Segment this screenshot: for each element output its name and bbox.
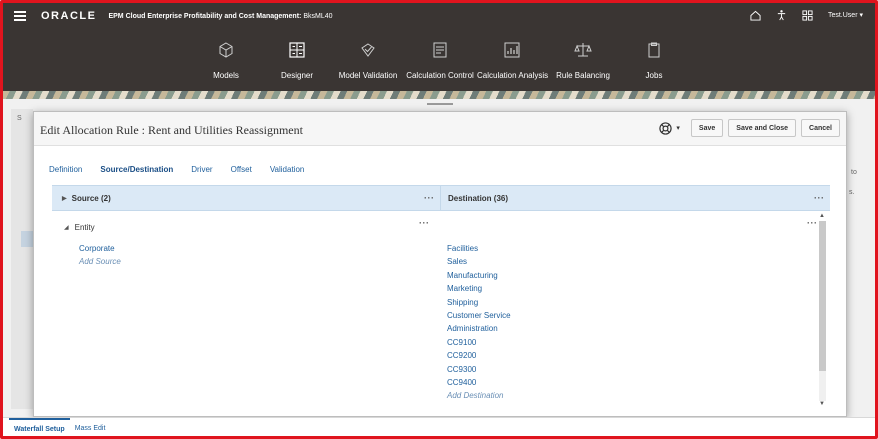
- destination-item[interactable]: CC9100: [447, 338, 511, 351]
- nav-designer-label: Designer: [280, 71, 313, 80]
- expand-icon: ▶: [62, 196, 67, 202]
- destination-item[interactable]: Manufacturing: [447, 271, 511, 284]
- tab-waterfall-setup[interactable]: Waterfall Setup: [9, 418, 70, 436]
- nav-calculation-control[interactable]: Calculation Control: [405, 41, 475, 80]
- screen-frame: ORACLE EPM Cloud Enterprise Profitabilit…: [0, 0, 878, 439]
- drawer-handle[interactable]: [427, 103, 453, 105]
- source-header[interactable]: ▶ Source (2): [62, 194, 111, 203]
- nav-calculation-analysis[interactable]: Calculation Analysis: [477, 41, 549, 80]
- entity-more-icon[interactable]: ···: [419, 218, 430, 228]
- cancel-button[interactable]: Cancel: [801, 119, 840, 137]
- accessibility-icon[interactable]: [776, 9, 788, 21]
- dialog-header: Edit Allocation Rule : Rent and Utilitie…: [34, 112, 846, 146]
- destination-scrollbar[interactable]: ▲ ▼: [818, 213, 826, 407]
- destination-more-icon[interactable]: ···: [814, 193, 825, 203]
- save-and-close-button[interactable]: Save and Close: [728, 119, 797, 137]
- nav-rule-balancing[interactable]: Rule Balancing: [555, 41, 611, 80]
- bottom-tabs: Waterfall Setup Mass Edit: [3, 417, 875, 436]
- destination-item[interactable]: CC9400: [447, 378, 511, 391]
- hamburger-icon[interactable]: [14, 11, 28, 21]
- header-pattern-band: [3, 91, 875, 99]
- user-menu[interactable]: Test.User ▾: [828, 11, 863, 19]
- dialog-tabs: Definition Source/Destination Driver Off…: [49, 165, 304, 174]
- destination-list-more-icon[interactable]: ···: [807, 218, 818, 228]
- tab-mass-edit[interactable]: Mass Edit: [70, 418, 111, 436]
- source-destination-header: ▶ Source (2) ··· Destination (36) ···: [52, 185, 830, 211]
- background-text-2: s.: [849, 189, 855, 196]
- environment-name: BksML40: [303, 12, 333, 20]
- destination-item[interactable]: Facilities: [447, 244, 511, 257]
- lifebuoy-icon: [659, 121, 673, 135]
- add-destination-link[interactable]: Add Destination: [447, 391, 511, 404]
- scrollbar-thumb[interactable]: [819, 221, 826, 371]
- destination-item[interactable]: Administration: [447, 324, 511, 337]
- source-list: Corporate Add Source: [79, 244, 121, 271]
- calculation-control-icon: [433, 42, 447, 58]
- nav-jobs-label: Jobs: [645, 71, 663, 80]
- nav-rule-balancing-label: Rule Balancing: [556, 71, 610, 80]
- nav-calculation-control-label: Calculation Control: [406, 71, 474, 80]
- tab-source-destination[interactable]: Source/Destination: [100, 165, 173, 174]
- source-item-corporate[interactable]: Corporate: [79, 244, 121, 257]
- user-caret-icon: ▾: [859, 12, 863, 19]
- scroll-up-icon[interactable]: ▲: [819, 213, 825, 219]
- destination-item[interactable]: CC9300: [447, 365, 511, 378]
- nav-calculation-analysis-label: Calculation Analysis: [477, 71, 549, 80]
- save-button[interactable]: Save: [690, 119, 724, 137]
- edit-allocation-rule-dialog: Edit Allocation Rule : Rent and Utilitie…: [33, 111, 847, 417]
- tab-driver[interactable]: Driver: [191, 165, 212, 174]
- calculation-analysis-icon: [504, 42, 520, 58]
- destination-item[interactable]: Sales: [447, 257, 511, 270]
- designer-icon: [289, 42, 305, 58]
- background-text-1: to: [851, 169, 857, 176]
- app-header: ORACLE EPM Cloud Enterprise Profitabilit…: [3, 3, 875, 99]
- tab-validation[interactable]: Validation: [270, 165, 305, 174]
- tab-definition[interactable]: Definition: [49, 165, 82, 174]
- clipboard-icon: [648, 42, 660, 58]
- scale-icon: [574, 43, 592, 57]
- cube-icon: [219, 42, 233, 58]
- app-title-text: EPM Cloud Enterprise Profitability and C…: [108, 12, 302, 20]
- header-strip: ORACLE EPM Cloud Enterprise Profitabilit…: [3, 3, 875, 29]
- app-title: EPM Cloud Enterprise Profitability and C…: [108, 13, 332, 20]
- navigation-bar: Models Designer Model Validation Calcula…: [3, 41, 875, 91]
- entity-label: Entity: [74, 223, 95, 232]
- dialog-actions: ▾ Save Save and Close Cancel: [659, 119, 840, 137]
- add-source-link[interactable]: Add Source: [79, 257, 121, 270]
- apps-grid-icon[interactable]: [802, 9, 814, 21]
- destination-item[interactable]: Shipping: [447, 298, 511, 311]
- destination-item[interactable]: CC9200: [447, 351, 511, 364]
- destination-list: Facilities Sales Manufacturing Marketing…: [447, 244, 511, 405]
- source-more-icon[interactable]: ···: [424, 193, 435, 203]
- nav-models-label: Models: [213, 71, 239, 80]
- tab-offset[interactable]: Offset: [231, 165, 252, 174]
- destination-item[interactable]: Customer Service: [447, 311, 511, 324]
- entity-group[interactable]: ◢ Entity: [64, 223, 95, 232]
- background-letter: S: [17, 115, 22, 122]
- nav-models[interactable]: Models: [209, 41, 243, 80]
- header-actions: Test.User ▾: [750, 9, 863, 21]
- home-icon[interactable]: [750, 9, 762, 21]
- model-validation-icon: [361, 43, 375, 57]
- background-sidebar: [11, 109, 33, 409]
- chevron-down-icon: ▾: [676, 125, 680, 132]
- scroll-down-icon[interactable]: ▼: [819, 401, 825, 407]
- destination-header-label: Destination (36): [448, 194, 509, 203]
- nav-model-validation-label: Model Validation: [338, 71, 398, 80]
- nav-designer[interactable]: Designer: [278, 41, 316, 80]
- collapse-icon: ◢: [64, 225, 69, 231]
- column-separator: [440, 186, 441, 210]
- help-menu-button[interactable]: ▾: [659, 121, 680, 135]
- nav-model-validation[interactable]: Model Validation: [337, 41, 399, 80]
- user-name: Test.User: [827, 12, 858, 19]
- nav-jobs[interactable]: Jobs: [641, 41, 667, 80]
- destination-item[interactable]: Marketing: [447, 284, 511, 297]
- oracle-logo: ORACLE: [41, 10, 97, 22]
- background-sidebar-block: [21, 231, 33, 247]
- dialog-title: Edit Allocation Rule : Rent and Utilitie…: [40, 123, 303, 137]
- source-header-label: Source (2): [71, 194, 111, 203]
